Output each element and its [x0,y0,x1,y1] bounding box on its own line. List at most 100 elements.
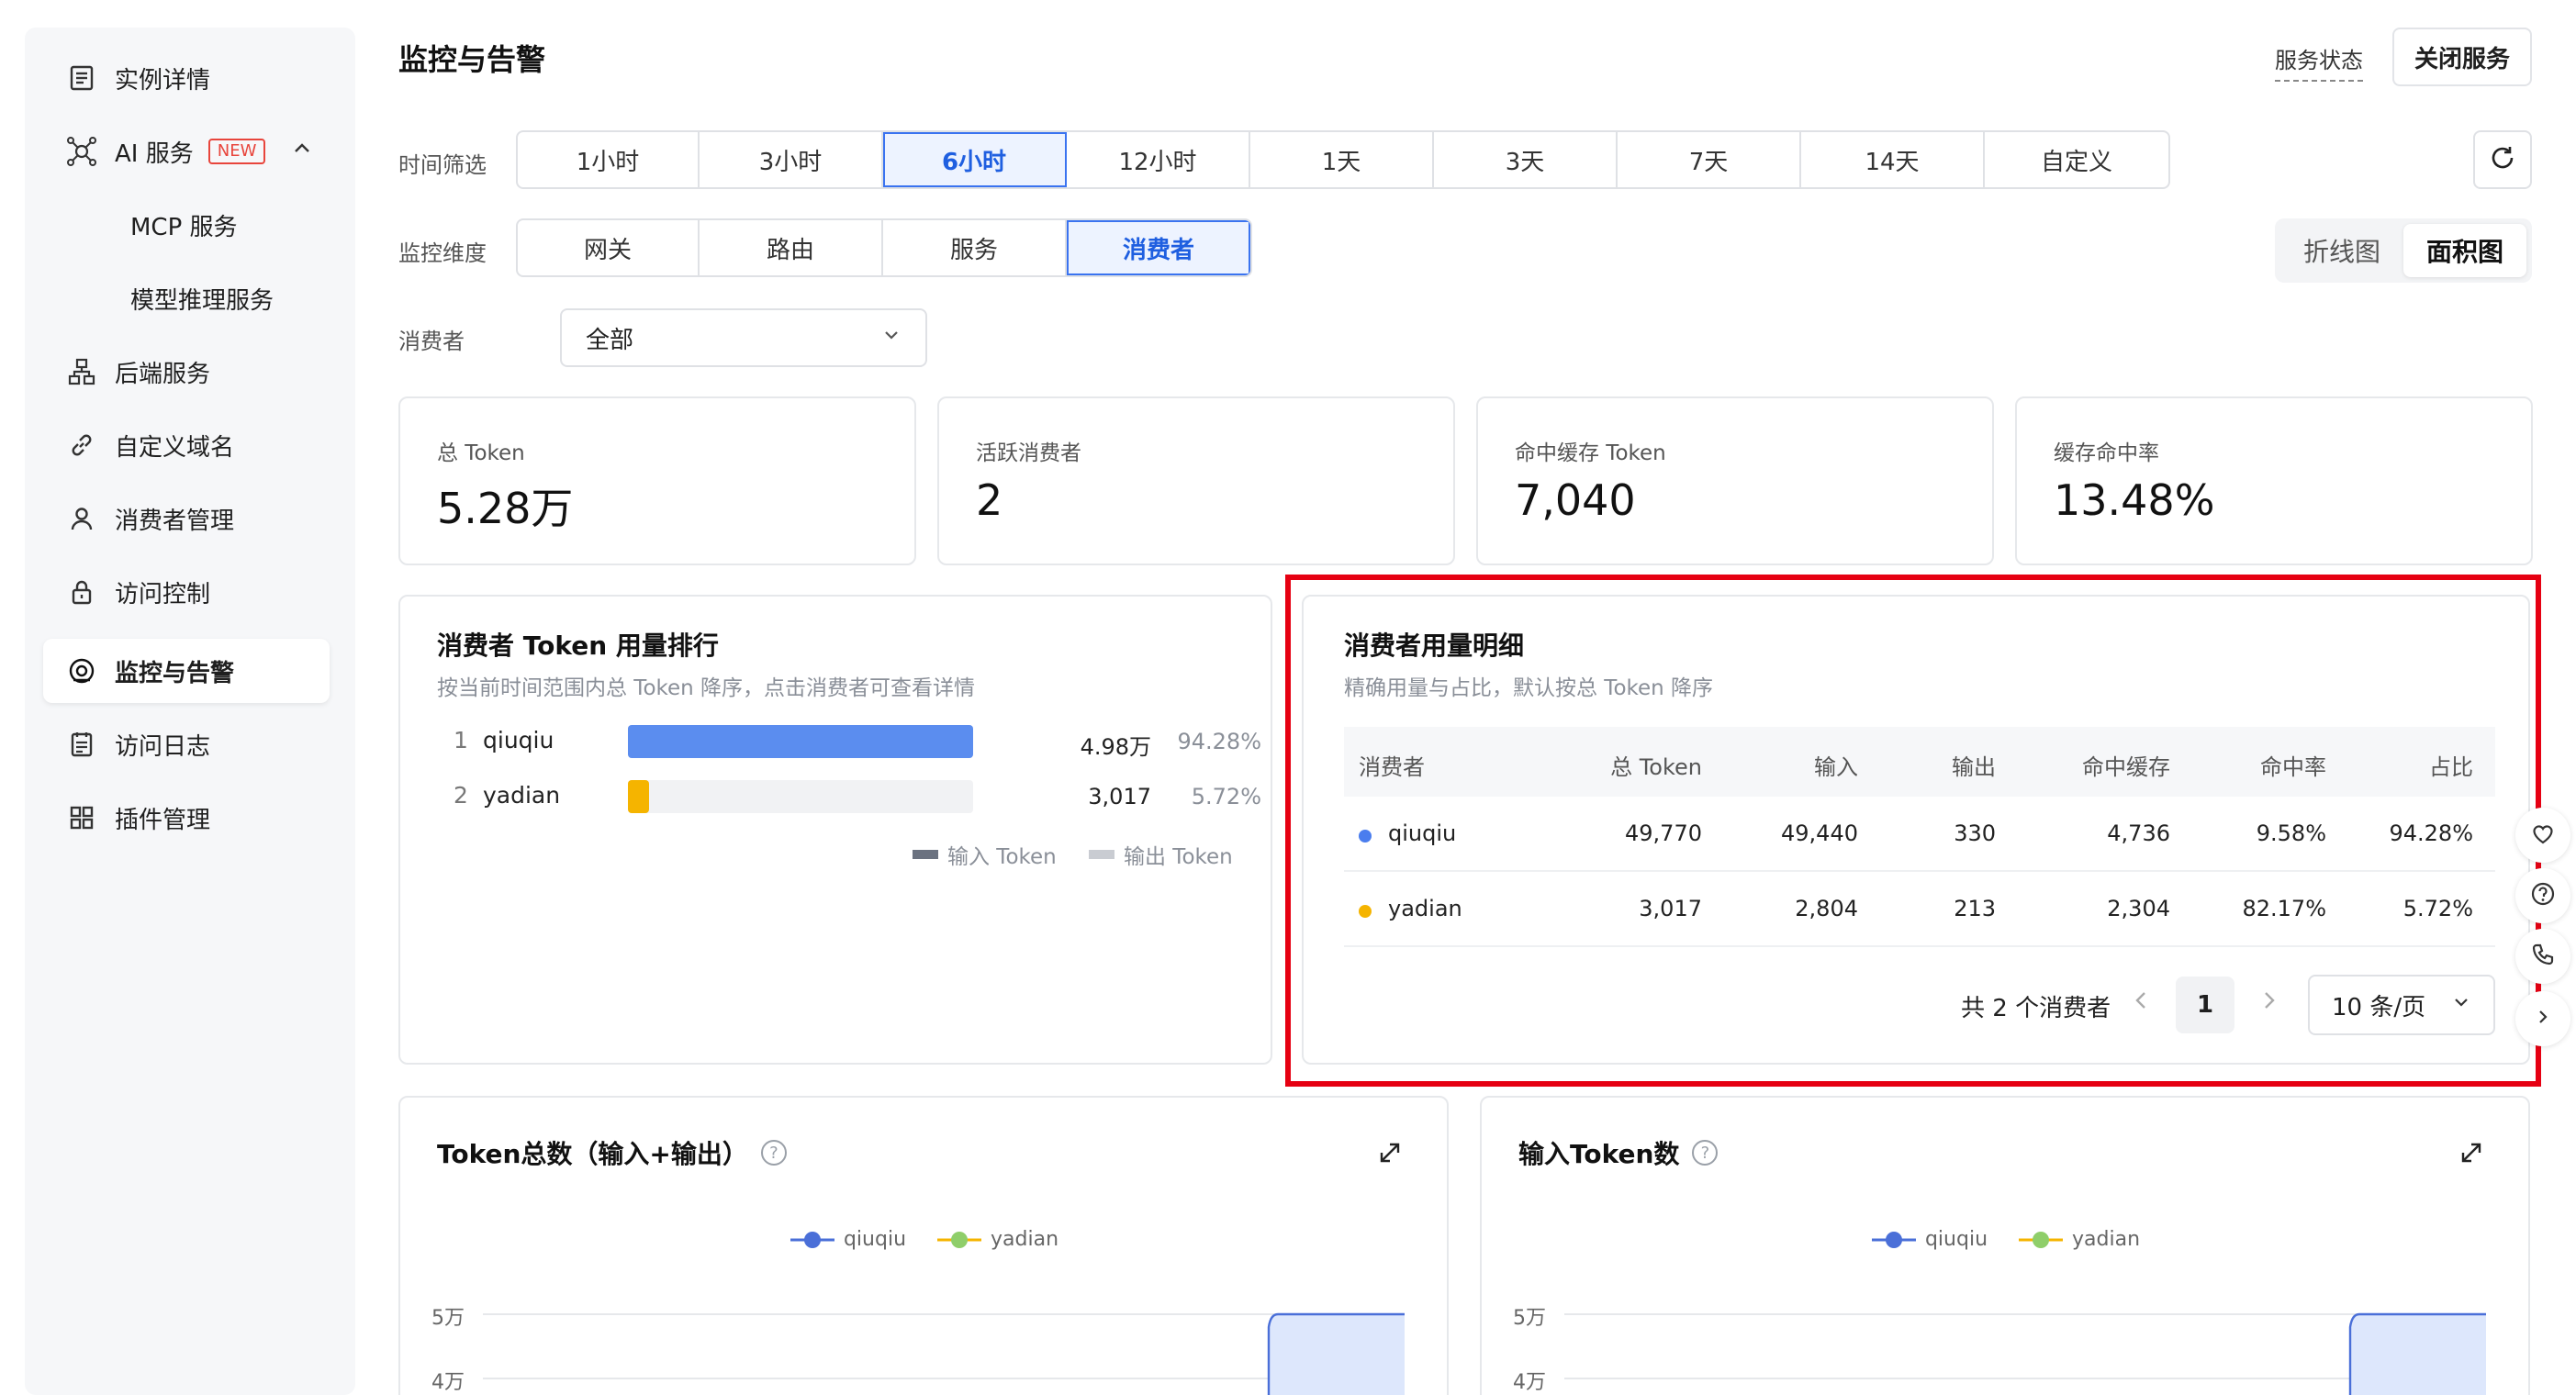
consumer-filter-label: 消费者 [398,329,465,354]
rank-index: 1 [454,727,468,753]
sidebar-item-plugin-management[interactable]: 插件管理 [43,786,330,850]
sidebar-item-mcp-service[interactable]: MCP 服务 [43,193,330,257]
sidebar-item-model-inference[interactable]: 模型推理服务 [43,266,330,330]
dimension-option-gateway[interactable]: 网关 [518,220,700,275]
sidebar-item-backend-service[interactable]: 后端服务 [43,340,330,404]
detail-subtitle: 精确用量与占比，默认按总 Token 降序 [1344,676,1714,700]
chevron-down-icon [881,324,902,352]
sidebar-item-label: MCP 服务 [130,213,238,241]
time-option-3h[interactable]: 3小时 [700,132,883,187]
rank-pct: 94.28% [1177,729,1261,754]
sidebar-item-access-log[interactable]: 访问日志 [43,712,330,776]
cell-rate: 82.17% [2242,896,2326,921]
table-row[interactable]: yadian 3,017 2,804 213 2,304 82.17% 5.72… [1344,872,2495,947]
consumer-color-dot [1359,905,1372,918]
time-option-7d[interactable]: 7天 [1618,132,1801,187]
chevron-left-icon [2132,989,2152,1020]
sidebar-item-monitoring[interactable]: 监控与告警 [43,639,330,703]
time-option-1h[interactable]: 1小时 [518,132,700,187]
sidebar-item-label: 访问日志 [115,732,211,761]
floating-toolbar [2515,808,2576,1046]
page-title: 监控与告警 [398,42,546,77]
ranking-row[interactable]: 2 yadian 3,017 5.72% [435,776,1261,817]
column-header[interactable]: 消费者 [1359,749,1425,781]
consumer-select[interactable]: 全部 [560,308,927,367]
kpi-card-cache-hit-rate: 缓存命中率 13.48% [2015,396,2533,565]
chart-type-toggle: 折线图 面积图 [2275,218,2532,283]
collapse-toolbar-button[interactable] [2515,991,2570,1046]
legend-swatch [913,850,938,859]
chevron-up-icon[interactable] [291,138,313,166]
page-size-select[interactable]: 10 条/页 [2308,975,2495,1035]
time-option-12h[interactable]: 12小时 [1067,132,1250,187]
heart-icon [2530,820,2556,850]
ranking-subtitle: 按当前时间范围内总 Token 降序，点击消费者可查看详情 [437,676,976,700]
time-option-1d[interactable]: 1天 [1250,132,1434,187]
column-header[interactable]: 命中缓存 [2060,749,2170,781]
pagination-total: 共 2 个消费者 [1961,995,2111,1022]
column-header[interactable]: 输出 [1941,749,1996,781]
feedback-button[interactable] [2515,808,2570,863]
next-page-button[interactable] [2258,988,2279,1020]
refresh-button[interactable] [2473,130,2532,189]
sidebar-item-ai-service[interactable]: AI 服务 NEW [43,119,330,184]
time-option-14d[interactable]: 14天 [1801,132,1985,187]
refresh-icon [2489,144,2516,175]
sidebar-item-custom-domain[interactable]: 自定义域名 [43,413,330,477]
column-header[interactable]: 输入 [1785,749,1858,781]
chart-type-line[interactable]: 折线图 [2280,224,2403,277]
cell-share: 94.28% [2389,820,2473,846]
rank-bar-track [628,780,973,813]
chart-type-area[interactable]: 面积图 [2403,224,2526,277]
chevron-right-icon [2258,989,2279,1020]
sidebar-item-consumer-management[interactable]: 消费者管理 [43,486,330,551]
cell-rate: 9.58% [2256,820,2326,846]
column-header[interactable]: 占比 [2391,749,2473,781]
kpi-card-cache-token: 命中缓存 Token 7,040 [1476,396,1994,565]
ranking-row[interactable]: 1 qiuqiu 4.98万 94.28% [435,721,1261,762]
cell-total: 3,017 [1639,896,1702,921]
rank-name: qiuqiu [483,727,554,753]
time-option-6h[interactable]: 6小时 [883,132,1067,187]
phone-icon [2530,942,2556,971]
link-icon [67,430,96,460]
rank-name: yadian [483,782,561,809]
cell-cache: 2,304 [2107,896,2170,921]
sidebar-item-access-control[interactable]: 访问控制 [43,560,330,624]
column-header[interactable]: 命中率 [2244,749,2326,781]
time-filter-label: 时间筛选 [398,152,487,178]
page-number-current[interactable]: 1 [2176,976,2234,1033]
rank-pct: 5.72% [1191,784,1261,809]
service-status-link[interactable]: 服务状态 [2275,42,2363,82]
user-icon [67,504,96,533]
column-header[interactable]: 总 Token [1610,749,1702,781]
time-option-3d[interactable]: 3天 [1434,132,1618,187]
sidebar-item-label: 后端服务 [115,360,211,388]
rank-bar-track [628,725,973,758]
dimension-filter-label: 监控维度 [398,240,487,266]
consumer-select-value: 全部 [586,326,634,354]
time-filter-group: 1小时 3小时 6小时 12小时 1天 3天 7天 14天 自定义 [516,130,2170,189]
close-service-button[interactable]: 关闭服务 [2392,28,2532,86]
legend-swatch [1089,850,1114,859]
area-qiuqiu [1269,1314,1405,1395]
cell-cache: 4,736 [2107,820,2170,846]
cell-consumer: yadian [1388,896,1462,921]
dimension-option-route[interactable]: 路由 [700,220,883,275]
chart-card-input-token: 输入Token数 ? qiuqiu yadian 5万 4万 [1480,1096,2530,1395]
table-header: 消费者 总 Token 输入 输出 命中缓存 命中率 占比 [1344,727,2495,797]
dimension-option-service[interactable]: 服务 [883,220,1067,275]
sidebar-item-label: 插件管理 [115,806,211,834]
time-option-custom[interactable]: 自定义 [1985,132,2168,187]
dimension-option-consumer[interactable]: 消费者 [1067,220,1250,275]
sidebar-item-label: 监控与告警 [115,659,235,687]
prev-page-button[interactable] [2132,988,2152,1020]
sidebar-item-instance-details[interactable]: 实例详情 [43,46,330,110]
kpi-label: 缓存命中率 [2054,441,2159,465]
legend-label: 输出 Token [1124,845,1233,869]
kpi-label: 总 Token [437,441,525,465]
table-row[interactable]: qiuqiu 49,770 49,440 330 4,736 9.58% 94.… [1344,797,2495,872]
contact-button[interactable] [2515,929,2570,984]
sidebar: 实例详情 AI 服务 NEW MCP 服务 模型推理服务 后端服务 自定义域名 … [25,28,355,1395]
help-button[interactable] [2515,868,2570,923]
